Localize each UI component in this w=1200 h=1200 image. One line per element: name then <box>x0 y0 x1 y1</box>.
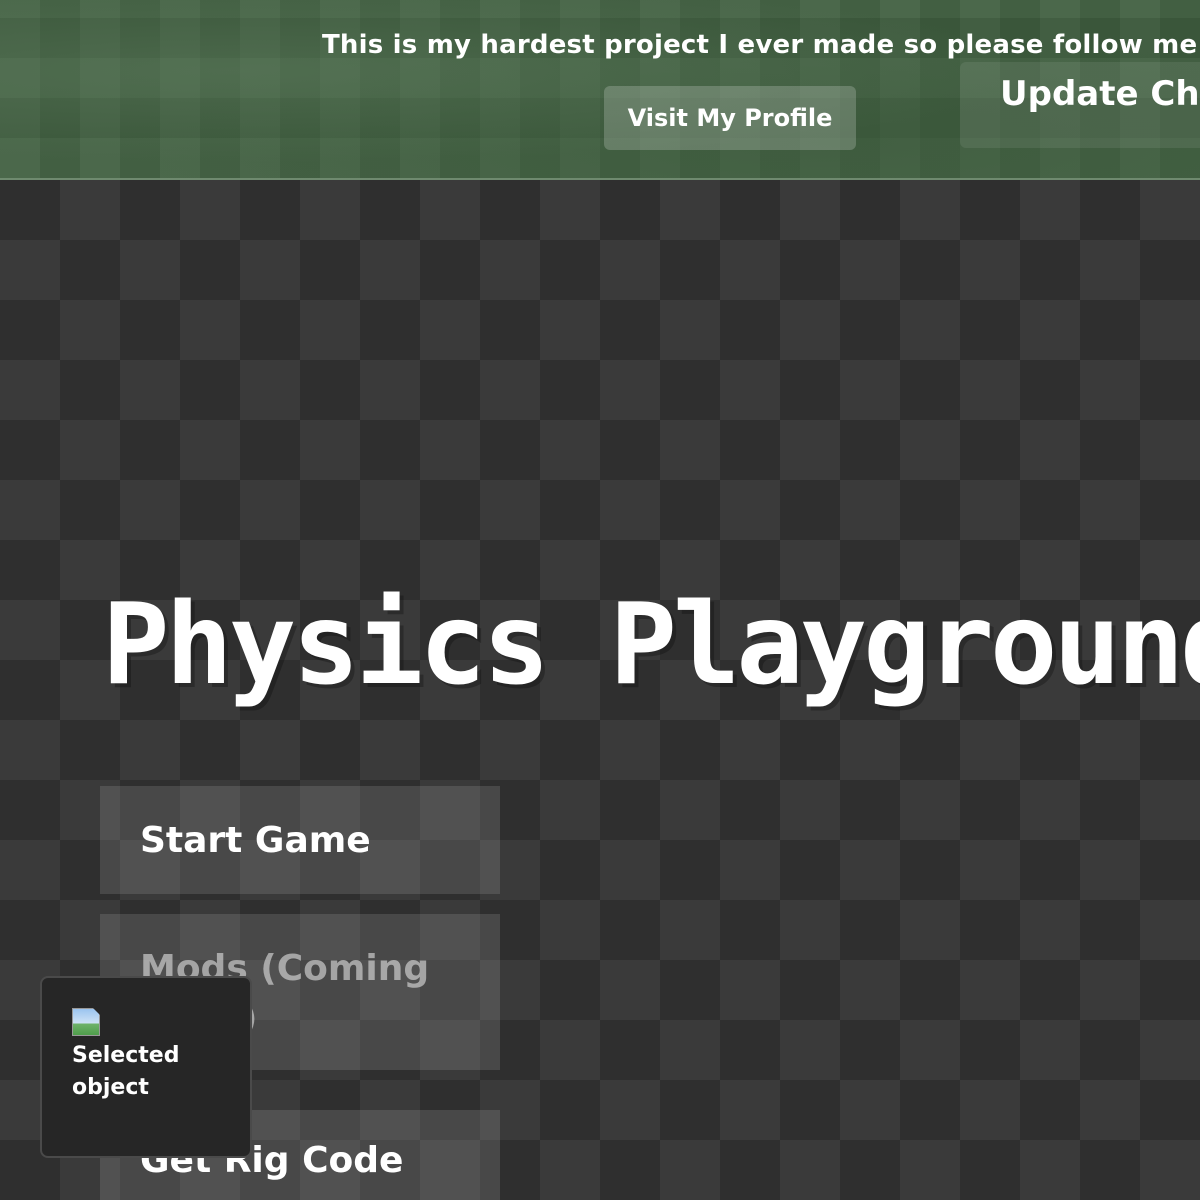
visit-profile-button[interactable]: Visit My Profile <box>604 86 856 150</box>
selected-object-panel: Selected object <box>40 976 252 1158</box>
selected-object-label: Selected object <box>72 1043 180 1100</box>
game-title: Physics Playground <box>102 580 1200 710</box>
start-game-button[interactable]: Start Game <box>100 786 500 894</box>
banner-message: This is my hardest project I ever made s… <box>322 30 1200 60</box>
update-changelog-button[interactable]: Update Cha <box>960 62 1200 148</box>
top-banner: This is my hardest project I ever made s… <box>0 0 1200 180</box>
broken-image-icon <box>72 1008 106 1038</box>
